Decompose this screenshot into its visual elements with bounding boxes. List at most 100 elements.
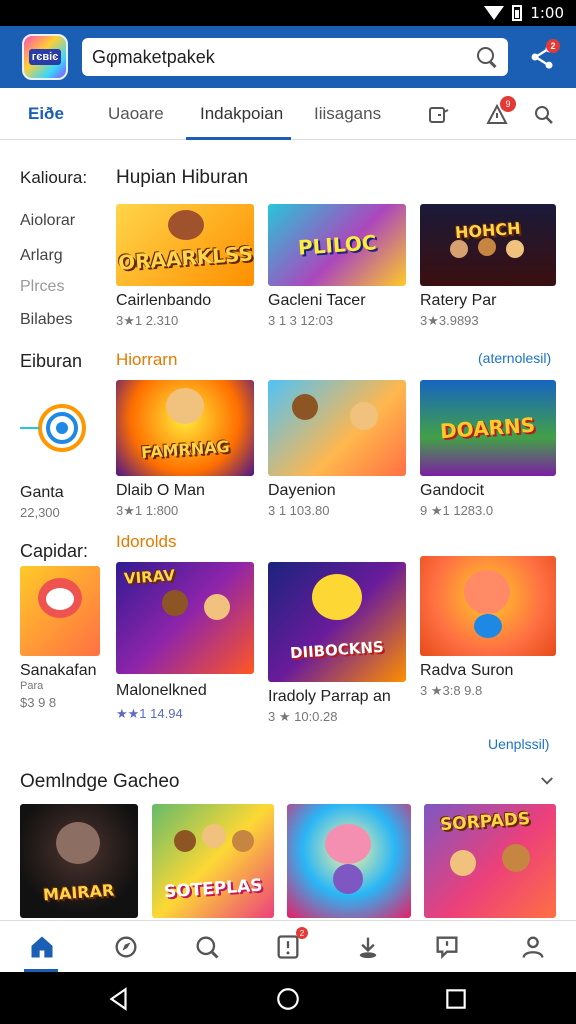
game-thumbnail: DIIBOCKNS — [268, 562, 406, 682]
game-subtitle: Para — [20, 680, 44, 692]
game-thumbnail: ORAARKLSS — [116, 204, 254, 286]
game-rating: ★★1 14.94 — [116, 706, 183, 721]
search-value: Gφmaketpakek — [92, 46, 215, 67]
game-card[interactable]: HOHCH Ratery Par 3★3.9893 — [420, 204, 556, 329]
game-card[interactable]: Ganta 22,300 — [20, 380, 94, 520]
system-navigation — [0, 972, 576, 1024]
game-art-title: FAMRNAG — [140, 436, 230, 462]
tab-apps[interactable]: Indakpoian — [185, 88, 292, 140]
see-more-link[interactable]: (aternolesil) — [478, 350, 551, 366]
game-thumbnail — [287, 804, 411, 918]
game-thumbnail: HOHCH — [420, 204, 556, 286]
tab-categories[interactable]: Iiisagans — [314, 88, 381, 140]
game-art-title: DOARNS — [439, 412, 537, 444]
game-card[interactable]: Sanakafan Para $3 9 8 — [20, 566, 100, 710]
game-thumbnail: SORPADS — [424, 804, 556, 918]
game-name: Ratery Par — [420, 292, 497, 309]
sidebar-item[interactable]: Aiolorar — [20, 212, 75, 230]
game-thumbnail: DOARNS — [420, 380, 556, 476]
game-name: Cairlenbando — [116, 292, 212, 309]
section-title: Hupian Hiburan — [116, 167, 249, 188]
home-button-icon[interactable] — [275, 986, 301, 1012]
game-rating: 22,300 — [20, 505, 60, 520]
game-name: Malonelkned — [116, 682, 207, 699]
game-rating: 3 ★ 10:0.28 — [268, 709, 338, 724]
game-card[interactable]: DIIBOCKNS Iradoly Parrap an 3 ★ 10:0.28 — [268, 562, 406, 725]
bottom-navigation: 2 — [0, 920, 576, 972]
sidebar-item[interactable]: Plrces — [20, 278, 64, 296]
game-art-title: SOTEPLAS — [163, 875, 263, 903]
side-section-title: Eiburan — [20, 351, 83, 371]
section-title: Idorolds — [116, 532, 177, 551]
game-card[interactable]: Radva Suron 3 ★3:8 9.8 — [420, 556, 556, 699]
game-card[interactable]: PLILOC Gacleni Tacer 3 1 3 12:03 — [268, 204, 406, 328]
game-rating: 3★3.9893 — [420, 313, 479, 328]
game-name: Dayenion — [268, 482, 336, 499]
game-rating: 3★1 2.310 — [116, 313, 179, 328]
game-card[interactable]: MAIRAR — [20, 804, 138, 918]
game-thumbnail: PLILOC — [268, 204, 406, 286]
updates-icon[interactable]: 2 — [272, 927, 308, 963]
game-thumbnail — [20, 566, 100, 656]
game-rating: $3 9 8 — [20, 695, 57, 710]
target-icon — [20, 404, 86, 452]
search-input[interactable]: Gφmaketpakek — [82, 38, 508, 76]
game-card[interactable] — [287, 804, 411, 918]
battery-icon — [512, 5, 523, 21]
game-thumbnail: MAIRAR — [20, 804, 138, 918]
game-rating: 3 1 3 12:03 — [268, 313, 334, 328]
updates-badge: 2 — [296, 927, 308, 939]
library-icon[interactable] — [426, 102, 452, 128]
game-name: Iradoly Parrap an — [268, 688, 391, 705]
section-title: Oemlndge Gacheo — [20, 771, 180, 792]
game-card[interactable]: DOARNS Gandocit 9 ★1 1283.0 — [420, 380, 556, 519]
game-thumbnail: FAMRNAG — [116, 380, 254, 476]
tab-games[interactable]: Uaoare — [108, 88, 164, 140]
game-thumbnail — [268, 380, 406, 476]
game-name: Dlaib O Man — [116, 482, 205, 499]
game-card[interactable]: SORPADS — [424, 804, 556, 918]
game-card[interactable]: VIRAV Malonelkned ★★1 14.94 — [116, 562, 254, 722]
game-thumbnail — [420, 556, 556, 656]
game-card[interactable]: Dayenion 3 1 103.80 — [268, 380, 406, 518]
game-art-title: SORPADS — [439, 808, 531, 836]
app-logo[interactable]: гєвіє — [22, 34, 68, 80]
game-rating: 3 ★3:8 9.8 — [420, 683, 483, 698]
app-bar: гєвіє Gφmaketpakek 2 — [0, 26, 576, 88]
home-icon[interactable] — [26, 931, 58, 963]
notifications-icon[interactable]: 9 — [484, 96, 516, 128]
game-card[interactable]: FAMRNAG Dlaib O Man 3★1 1:800 — [116, 380, 254, 519]
game-card[interactable]: SOTEPLAS — [152, 804, 274, 918]
search-icon[interactable] — [476, 46, 498, 68]
tab-search-icon[interactable] — [531, 102, 557, 128]
back-icon[interactable] — [106, 986, 132, 1012]
tab-home[interactable]: Eiðe — [28, 88, 64, 140]
downloads-icon[interactable] — [352, 931, 384, 963]
game-art-title: ORAARKLSS — [116, 241, 254, 275]
game-thumbnail: SOTEPLAS — [152, 804, 274, 918]
game-card[interactable]: ORAARKLSS Cairlenbando 3★1 2.310 — [116, 204, 254, 329]
see-more-link[interactable]: Uenplssil) — [488, 736, 549, 752]
game-name: Gandocit — [420, 482, 485, 499]
game-thumbnail: VIRAV — [116, 562, 254, 674]
chevron-down-icon[interactable] — [538, 772, 556, 790]
status-time: 1:00 — [530, 4, 564, 22]
tab-bar: Eiðe Uaoare Indakpoian Iiisagans 9 — [0, 88, 576, 140]
recents-icon[interactable] — [443, 986, 469, 1012]
wifi-icon — [484, 6, 505, 20]
game-thumbnail — [20, 380, 94, 476]
game-art-title: PLILOC — [296, 230, 378, 260]
share-button[interactable]: 2 — [522, 37, 562, 77]
explore-icon[interactable] — [110, 931, 142, 963]
game-name: Ganta — [20, 484, 64, 501]
game-name: Sanakafan — [20, 662, 97, 679]
game-rating: 3★1 1:800 — [116, 503, 179, 518]
notification-badge: 9 — [500, 96, 516, 112]
game-rating: 9 ★1 1283.0 — [420, 503, 494, 518]
search-nav-icon[interactable] — [191, 931, 223, 963]
sidebar-item[interactable]: Bilabes — [20, 311, 72, 329]
sidebar-item[interactable]: Arlarg — [20, 247, 63, 265]
profile-icon[interactable] — [517, 931, 549, 963]
messages-icon[interactable] — [431, 931, 463, 963]
game-art-title: MAIRAR — [42, 880, 116, 904]
